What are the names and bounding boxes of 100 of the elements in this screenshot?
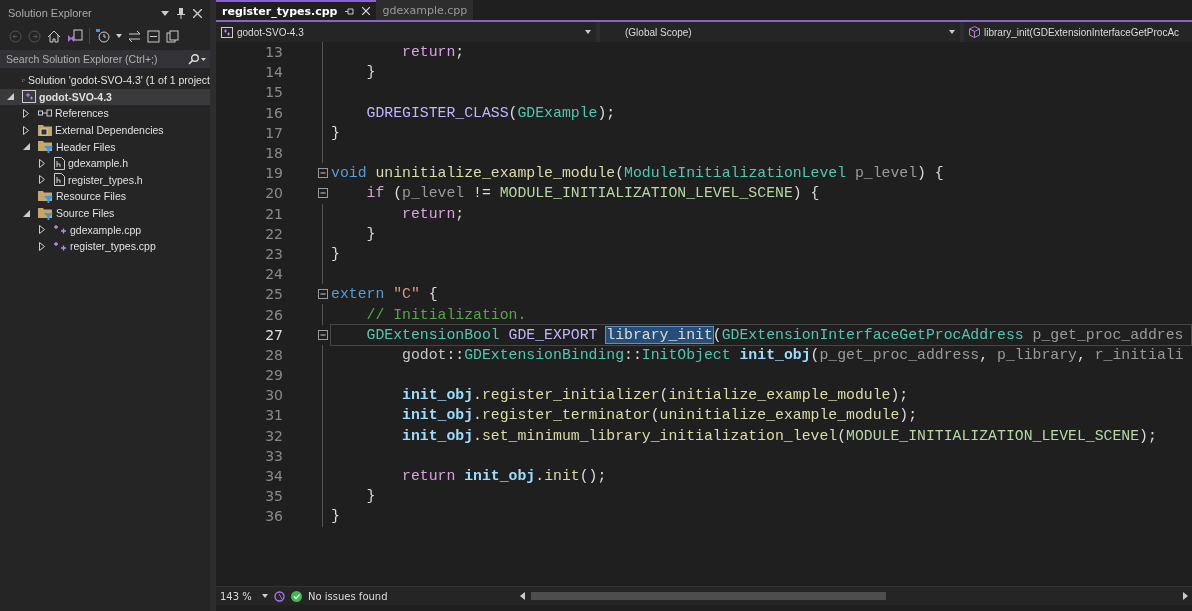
file-tab[interactable]: gdexample.cpp [376,0,474,20]
header-file-icon [54,156,65,170]
project-icon [221,26,233,38]
expanded-arrow-icon[interactable] [23,143,30,151]
tree-item[interactable]: Resource Files [0,188,210,205]
collapsed-arrow-icon[interactable] [23,109,29,118]
line-number: 16 [264,104,283,121]
line-number: 14 [264,64,283,81]
collapsed-arrow-icon[interactable] [39,241,45,251]
expanded-arrow-icon[interactable] [23,209,30,217]
code-line: } [331,508,340,525]
code-line: } [365,488,376,505]
issues-status[interactable]: No issues found [308,590,388,602]
scroll-right-icon[interactable] [1183,592,1188,600]
line-number: 30 [264,387,283,404]
check-icon [291,590,302,602]
filter-folder-icon [38,189,53,203]
dropdown-icon [949,30,955,34]
dropdown-icon [585,30,591,34]
code-line: GDExtensionBool GDE_EXPORT library_init(GDExtensionInterfaceGetProcAddress p_get_proc_addres [365,326,1184,343]
code-line: init_obj.register_terminator(uninitialize_example_module); [401,407,918,424]
line-number: 26 [264,306,283,323]
collapse-all-icon[interactable] [147,29,160,43]
scope-dropdown[interactable]: (Global Scope) [600,22,960,42]
scroll-left-icon[interactable] [519,592,525,600]
references-icon [38,109,52,118]
line-number: 34 [264,468,283,485]
line-number: 23 [264,245,283,262]
panel-title: Solution Explorer [8,7,93,19]
code-line: return; [401,205,465,222]
tree-item[interactable]: gdexample.cpp [0,221,210,238]
tree-item[interactable]: External Dependencies [0,121,210,139]
code-line: return; [401,44,465,61]
pin-icon[interactable] [345,7,355,15]
collapsed-arrow-icon[interactable] [39,175,45,185]
line-number: 21 [264,205,283,222]
project-dropdown[interactable]: godot-SVO-4.3 [216,22,596,42]
close-icon[interactable] [193,8,202,18]
code-line: } [331,245,340,262]
line-number: 36 [264,508,283,525]
code-line: // Initialization. [365,306,527,323]
code-line: extern "C" { [331,286,438,303]
line-number: 13 [264,44,283,61]
collapsed-arrow-icon[interactable] [23,125,29,135]
line-number: 18 [264,145,283,162]
line-number: 17 [264,124,283,141]
cpp-file-icon [54,224,67,236]
line-number: 24 [264,266,283,283]
member-dropdown[interactable]: library_init(GDExtensionInterfaceGetProcAc [964,22,1192,42]
collapsed-arrow-icon[interactable] [39,158,45,168]
tree-item[interactable]: Header Files [0,138,210,155]
pin-icon[interactable] [177,7,185,19]
history-icon[interactable] [96,29,110,43]
collapse-icon[interactable] [317,329,328,340]
switch-views-icon[interactable] [67,29,83,43]
line-number: 28 [264,346,283,363]
collapse-icon[interactable] [317,188,328,199]
close-icon[interactable] [362,7,371,15]
code-line: void uninitialize_example_module(ModuleInitializationLevel p_level) { [331,165,944,182]
collapse-icon[interactable] [317,168,328,179]
tree-item[interactable]: register_types.cpp [0,237,210,255]
tree-item[interactable]: Solution 'godot-SVO-4.3' (1 of 1 project [0,72,210,89]
line-number: 32 [264,427,283,444]
code-line: } [365,225,376,242]
dropdown-icon[interactable] [161,10,169,16]
collapse-icon[interactable] [317,289,328,300]
search-icon[interactable] [188,53,206,65]
line-number: 20 [264,185,283,202]
zoom-level[interactable]: 143 % [220,590,256,602]
tree-item[interactable]: godot-SVO-4.3 [0,88,210,106]
dropdown-icon[interactable] [262,594,268,598]
line-number: 15 [264,84,283,101]
cube-icon [969,26,980,38]
search-field[interactable]: Search Solution Explorer (Ctrl+;) [0,50,210,68]
home-icon[interactable] [47,29,61,43]
code-line: init_obj.register_initializer(initialize_example_module); [401,387,909,404]
folder-icon [38,124,52,137]
tree-item[interactable]: References [0,105,210,122]
code-line: if (p_level != MODULE_INITIALIZATION_LEVEL_SCENE) { [365,185,820,202]
scrollbar-thumb[interactable] [530,592,887,600]
tree-item[interactable]: Source Files [0,204,210,222]
code-line: } [331,124,340,141]
code-line: godot::GDExtensionBinding::InitObject init_obj(p_get_proc_address, p_library, r_initiali [401,346,1184,363]
header-file-icon [54,173,65,187]
line-number: 25 [264,286,283,303]
line-number: 33 [264,447,283,464]
tree-item[interactable]: gdexample.h [0,154,210,172]
sync-icon[interactable] [128,30,141,42]
code-line: return init_obj.init(); [401,468,607,485]
tree-item[interactable]: register_types.h [0,171,210,189]
line-number: 19 [264,165,283,182]
copy-icon[interactable] [166,29,179,43]
expanded-arrow-icon[interactable] [7,93,14,101]
line-number: 31 [264,407,283,424]
collapsed-arrow-icon[interactable] [39,225,45,235]
project-icon [22,90,36,104]
line-number: 35 [264,488,283,505]
dropdown-icon[interactable] [116,34,122,38]
file-tab[interactable]: register_types.cpp [216,0,377,20]
code-line: } [365,64,376,81]
